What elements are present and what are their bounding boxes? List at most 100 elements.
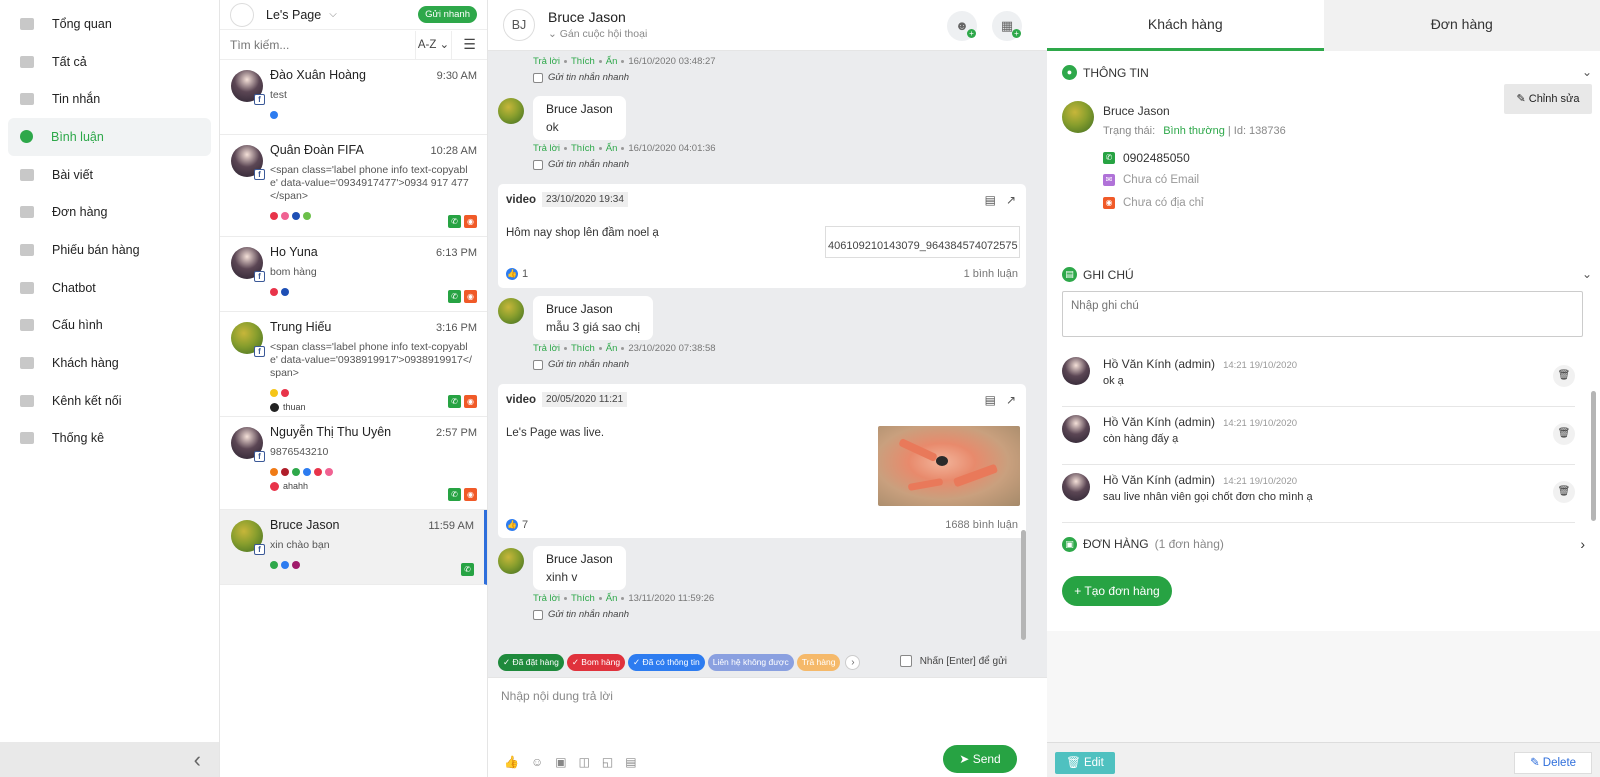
- info-section-header[interactable]: ● THÔNG TIN: [1062, 65, 1149, 80]
- sidebar-item[interactable]: Cấu hình: [8, 307, 211, 345]
- reply-input[interactable]: Nhập nội dung trả lời: [501, 689, 613, 703]
- trash-icon[interactable]: 🗑: [1553, 365, 1575, 387]
- chevron-down-icon: ⌵: [329, 9, 337, 20]
- search-input[interactable]: [220, 30, 416, 59]
- quick-message-checkbox[interactable]: Gửi tin nhắn nhanh: [533, 72, 629, 83]
- chevron-right-icon[interactable]: ›: [1580, 536, 1585, 552]
- sidebar-item[interactable]: Phiếu bán hàng: [8, 231, 211, 269]
- document-icon[interactable]: ▤: [985, 393, 996, 407]
- hide-link[interactable]: Ẩn: [606, 593, 618, 604]
- conversation-item[interactable]: f Bruce Jason 11:59 AM xin chào bạn ✆: [220, 510, 487, 585]
- conversation-item[interactable]: f Quân Đoàn FIFA 10:28 AM <span class='labe…: [220, 135, 487, 237]
- chevron-down-icon[interactable]: ⌄: [1582, 65, 1592, 79]
- location-icon[interactable]: ◉: [464, 488, 477, 501]
- reply-link[interactable]: Trả lời: [533, 343, 560, 354]
- checkbox[interactable]: [899, 655, 912, 667]
- like-icon[interactable]: 👍: [504, 755, 519, 769]
- chat-scrollbar[interactable]: [1021, 530, 1026, 640]
- location-icon[interactable]: ◉: [464, 290, 477, 303]
- external-link-icon[interactable]: ↗: [1006, 393, 1016, 407]
- quick-message-checkbox[interactable]: Gửi tin nhắn nhanh: [533, 609, 629, 620]
- like-link[interactable]: Thích: [571, 593, 595, 604]
- checkbox[interactable]: [533, 609, 543, 620]
- quick-message-checkbox[interactable]: Gửi tin nhắn nhanh: [533, 359, 629, 370]
- location-icon[interactable]: ◉: [464, 215, 477, 228]
- emoji-icon[interactable]: ☺: [531, 755, 543, 769]
- tag-chip[interactable]: ✓ Đã đặt hàng: [498, 653, 564, 671]
- like-link[interactable]: Thích: [571, 56, 595, 67]
- tag-chip[interactable]: ✓ Đã có thông tin: [628, 653, 705, 671]
- sidebar-item[interactable]: Bài viết: [8, 156, 211, 194]
- assign-conversation-link[interactable]: ⌄ Gán cuộc hội thoại: [548, 28, 647, 40]
- sidebar-item[interactable]: Tổng quan: [8, 5, 211, 43]
- trash-icon[interactable]: 🗑: [1553, 481, 1575, 503]
- reply-link[interactable]: Trả lời: [533, 143, 560, 154]
- note-input[interactable]: [1062, 291, 1583, 337]
- tab-customer[interactable]: Khách hàng: [1047, 0, 1324, 51]
- external-link-icon[interactable]: ↗: [1006, 193, 1016, 207]
- footer-edit-button[interactable]: 🗑 Edit: [1055, 752, 1115, 774]
- image-icon[interactable]: ▣: [555, 755, 566, 769]
- phone-icon[interactable]: ✆: [448, 215, 461, 228]
- tab-orders[interactable]: Đơn hàng: [1323, 0, 1600, 51]
- quick-message-checkbox[interactable]: Gửi tin nhắn nhanh: [533, 159, 629, 170]
- tag-chip[interactable]: Liên hệ không được: [707, 653, 794, 671]
- sidebar-item[interactable]: Thống kê: [8, 420, 211, 458]
- sidebar-item[interactable]: Khách hàng: [8, 344, 211, 382]
- create-order-button[interactable]: + Tạo đơn hàng: [1062, 576, 1172, 606]
- tag-chip[interactable]: Trả hàng: [796, 653, 841, 671]
- conversation-preview: <span class='label phone info text-copya…: [270, 164, 469, 202]
- sidebar-item[interactable]: Bình luận: [8, 118, 211, 156]
- location-icon[interactable]: ◉: [464, 395, 477, 408]
- page-selector[interactable]: Le's Page ⌵ Gửi nhanh: [220, 0, 487, 30]
- footer-delete-button[interactable]: ✎ Delete: [1514, 752, 1592, 774]
- sidebar-item[interactable]: Tất cả: [8, 43, 211, 81]
- edit-customer-button[interactable]: ✎ Chỉnh sửa: [1504, 84, 1592, 114]
- add-order-button[interactable]: ▦ +: [992, 11, 1022, 41]
- reply-link[interactable]: Trả lời: [533, 56, 560, 67]
- hide-link[interactable]: Ẩn: [606, 343, 618, 354]
- like-link[interactable]: Thích: [571, 143, 595, 154]
- assign-user-button[interactable]: ☻ +: [947, 11, 977, 41]
- checkbox[interactable]: [533, 359, 543, 370]
- notes-section-header[interactable]: ▤ GHI CHÚ: [1062, 267, 1134, 282]
- chevron-down-icon[interactable]: ⌄: [1582, 267, 1592, 281]
- notes-scrollbar[interactable]: [1591, 391, 1596, 521]
- conversation-item[interactable]: f Đào Xuân Hoàng 9:30 AM test: [220, 60, 487, 135]
- checkbox[interactable]: [533, 159, 543, 170]
- sort-dropdown[interactable]: A-Z ⌄: [416, 30, 452, 59]
- sidebar-item[interactable]: Đơn hàng: [8, 193, 211, 231]
- conversation-item[interactable]: f Trung Hiếu 3:16 PM <span class='label pho…: [220, 312, 487, 417]
- document-icon[interactable]: ▤: [625, 755, 636, 769]
- bot-icon: [20, 281, 34, 294]
- hide-link[interactable]: Ẩn: [606, 143, 618, 154]
- send-button[interactable]: ➤ Send: [943, 745, 1017, 773]
- like-link[interactable]: Thích: [571, 343, 595, 354]
- sidebar-item[interactable]: Chatbot: [8, 269, 211, 307]
- enter-to-send-toggle[interactable]: Nhấn [Enter] để gửi: [899, 655, 1007, 667]
- customer-name: Bruce Jason: [1103, 104, 1170, 118]
- hide-link[interactable]: Ẩn: [606, 56, 618, 67]
- trash-icon[interactable]: 🗑: [1553, 423, 1575, 445]
- phone-icon[interactable]: ✆: [461, 563, 474, 576]
- checkbox[interactable]: [533, 72, 543, 83]
- tag-chip[interactable]: ✓ Bom hàng: [566, 653, 626, 671]
- collapse-sidebar-button[interactable]: ‹: [0, 742, 219, 777]
- reply-link[interactable]: Trả lời: [533, 593, 560, 604]
- conversation-item[interactable]: f Ho Yuna 6:13 PM bom hàng ✆ ◉: [220, 237, 487, 312]
- filter-icon[interactable]: ☰: [452, 36, 487, 53]
- phone-icon[interactable]: ✆: [448, 488, 461, 501]
- phone-icon[interactable]: ✆: [448, 290, 461, 303]
- customer-footer: 🗑 Edit ✎ Delete: [1047, 742, 1600, 777]
- phone-icon[interactable]: ✆: [448, 395, 461, 408]
- box-icon[interactable]: ◫: [579, 755, 590, 769]
- conversation-item[interactable]: f Nguyễn Thị Thu Uyên 2:57 PM 9876543210 aha…: [220, 417, 487, 510]
- location-icon: ◉: [1103, 197, 1115, 209]
- template-icon[interactable]: ◱: [602, 755, 613, 769]
- sidebar-item[interactable]: Tin nhắn: [8, 80, 211, 118]
- orders-section-header[interactable]: ▣ ĐƠN HÀNG (1 đơn hàng) ›: [1062, 536, 1585, 552]
- sidebar-item[interactable]: Kênh kết nối: [8, 382, 211, 420]
- quick-send-button[interactable]: Gửi nhanh: [418, 6, 477, 23]
- chevron-right-icon[interactable]: ›: [845, 654, 861, 670]
- document-icon[interactable]: ▤: [985, 193, 996, 207]
